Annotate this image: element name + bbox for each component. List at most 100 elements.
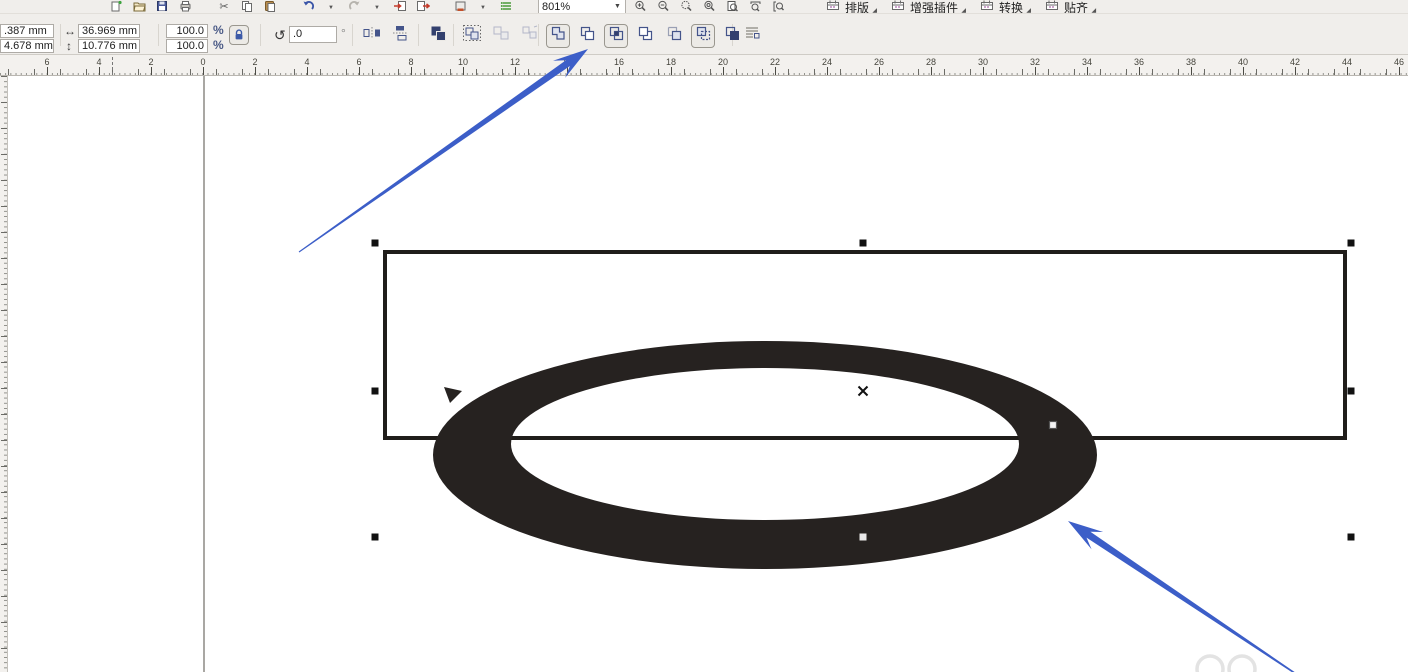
undo-dropdown[interactable]: ▼ (323, 0, 339, 13)
ruler-major-tick (359, 67, 360, 75)
welcome-screen-button[interactable] (498, 0, 514, 13)
menu-button-layout[interactable]: 排版 ◢ (826, 0, 877, 13)
corner-arrow-icon: ◢ (1091, 8, 1097, 14)
combine-button[interactable] (426, 24, 450, 48)
ruler-number: 20 (717, 57, 729, 67)
import-button[interactable] (392, 0, 408, 13)
zoom-page-button[interactable] (724, 0, 740, 13)
simplify-button[interactable] (633, 24, 657, 48)
ruler-number: 36 (1133, 57, 1145, 67)
menu-button-snap-to[interactable]: 贴齐 ◢ (1045, 0, 1097, 14)
ruler-major-tick (99, 67, 100, 75)
ruler-number: 4 (96, 57, 102, 67)
property-bar-group (426, 22, 450, 49)
ruler-number: 10 (457, 57, 469, 67)
ungroup-icon (492, 25, 510, 46)
paste-button[interactable] (262, 0, 278, 13)
ruler-major-tick (619, 67, 620, 75)
redo-icon (348, 1, 361, 12)
menu-button-enhanced-plugins[interactable]: 增强插件 ◢ (891, 0, 966, 13)
redo-dropdown[interactable]: ▼ (369, 0, 385, 13)
ruler-number: 28 (925, 57, 937, 67)
print-button[interactable] (177, 0, 193, 13)
open-button[interactable] (131, 0, 147, 13)
redo-dropdown-icon: ▼ (373, 2, 381, 12)
ruler-number: 40 (1237, 57, 1249, 67)
zoom-selected-button[interactable] (678, 0, 694, 13)
property-bar-group (546, 22, 744, 49)
new-button[interactable] (108, 0, 124, 13)
app-launcher-button[interactable] (452, 0, 468, 13)
lock-icon (235, 29, 243, 40)
vertical-ruler[interactable] (0, 76, 8, 672)
ruler-number: 42 (1289, 57, 1301, 67)
print-icon (179, 1, 192, 12)
ruler-major-tick (255, 67, 256, 75)
drawing-canvas[interactable] (8, 76, 1408, 672)
back-minus-front-button[interactable] (691, 23, 715, 48)
front-minus-back-icon (666, 25, 683, 47)
undo-button[interactable] (300, 0, 316, 13)
ungroup-button (489, 24, 513, 48)
object-position-y-field[interactable]: 4.678 mm (0, 39, 54, 53)
rotation-angle-field[interactable]: .0 (289, 26, 337, 43)
new-icon (110, 0, 122, 12)
zoom-in-button[interactable] (632, 0, 648, 13)
open-icon (132, 2, 146, 12)
ruler-number: 0 (200, 57, 206, 67)
app-launcher-icon (454, 1, 467, 12)
object-height-icon: ↕ (66, 39, 72, 53)
trim-button[interactable] (575, 24, 599, 48)
intersect-button[interactable] (604, 23, 628, 48)
convert-label: 转换 (999, 0, 1024, 14)
ruler-number: 6 (356, 57, 362, 67)
mirror-vertical-button[interactable] (389, 24, 413, 48)
zoom-all-icon (703, 0, 716, 12)
app-dropdown[interactable]: ▼ (475, 0, 491, 13)
svg-text:▼: ▼ (480, 5, 486, 11)
redo-button[interactable] (346, 0, 362, 13)
menu-button-convert[interactable]: 转换 ◢ (980, 0, 1032, 14)
weld-button[interactable] (546, 23, 570, 48)
wrap-text-button[interactable] (740, 24, 764, 48)
create-boundary-icon (724, 25, 741, 47)
rotation-icon: ↺ (274, 27, 286, 43)
object-position-x-field[interactable]: .387 mm (0, 24, 54, 38)
mirror-horizontal-button[interactable] (360, 24, 384, 48)
ruler-number: 2 (148, 57, 154, 67)
corner-arrow-icon: ◢ (1026, 8, 1032, 14)
app-dropdown-icon: ▼ (479, 2, 487, 12)
ruler-major-tick (983, 67, 984, 75)
zoom-out-button[interactable] (655, 0, 671, 13)
combine-icon (430, 25, 447, 46)
ruler-number: 4 (304, 57, 310, 67)
zoom-width-button[interactable] (747, 0, 763, 13)
save-button[interactable] (154, 0, 170, 13)
scale-vertical-field[interactable]: 100.0 (166, 39, 208, 53)
property-bar: .387 mm 4.678 mm ↔ 36.969 mm ↕ 10.776 mm… (0, 14, 1408, 55)
front-minus-back-button[interactable] (662, 24, 686, 48)
property-bar-group (460, 22, 542, 49)
lock-ratio-button[interactable] (229, 25, 249, 45)
svg-text:▼: ▼ (328, 5, 334, 11)
horizontal-ruler[interactable]: 6 4 2 0 2 4 6 8 10 12 14 16 18 20 22 24 26 28 30 32 34 36 38 40… (0, 55, 1408, 76)
ruler-major-tick (567, 67, 568, 75)
cut-button[interactable]: ✂ (216, 0, 232, 13)
scale-horizontal-field[interactable]: 100.0 (166, 24, 208, 38)
zoom-all-button[interactable] (701, 0, 717, 13)
export-button[interactable] (415, 0, 431, 13)
chevron-down-icon[interactable]: ▼ (614, 3, 622, 10)
percent-label-bottom: % (213, 38, 224, 52)
group-button[interactable] (460, 24, 484, 48)
ruler-major-tick (203, 67, 204, 75)
zoom-level-combo[interactable]: 801% ▼ (538, 0, 626, 13)
welcome-screen-icon (500, 2, 513, 12)
zoom-width-icon (749, 1, 762, 12)
zoom-in-icon (634, 0, 647, 12)
object-height-field[interactable]: 10.776 mm (78, 39, 140, 53)
object-width-field[interactable]: 36.969 mm (78, 24, 140, 38)
weld-icon (550, 25, 567, 47)
copy-button[interactable] (239, 0, 255, 13)
zoom-height-button[interactable] (770, 0, 786, 13)
back-minus-front-icon (695, 25, 712, 47)
